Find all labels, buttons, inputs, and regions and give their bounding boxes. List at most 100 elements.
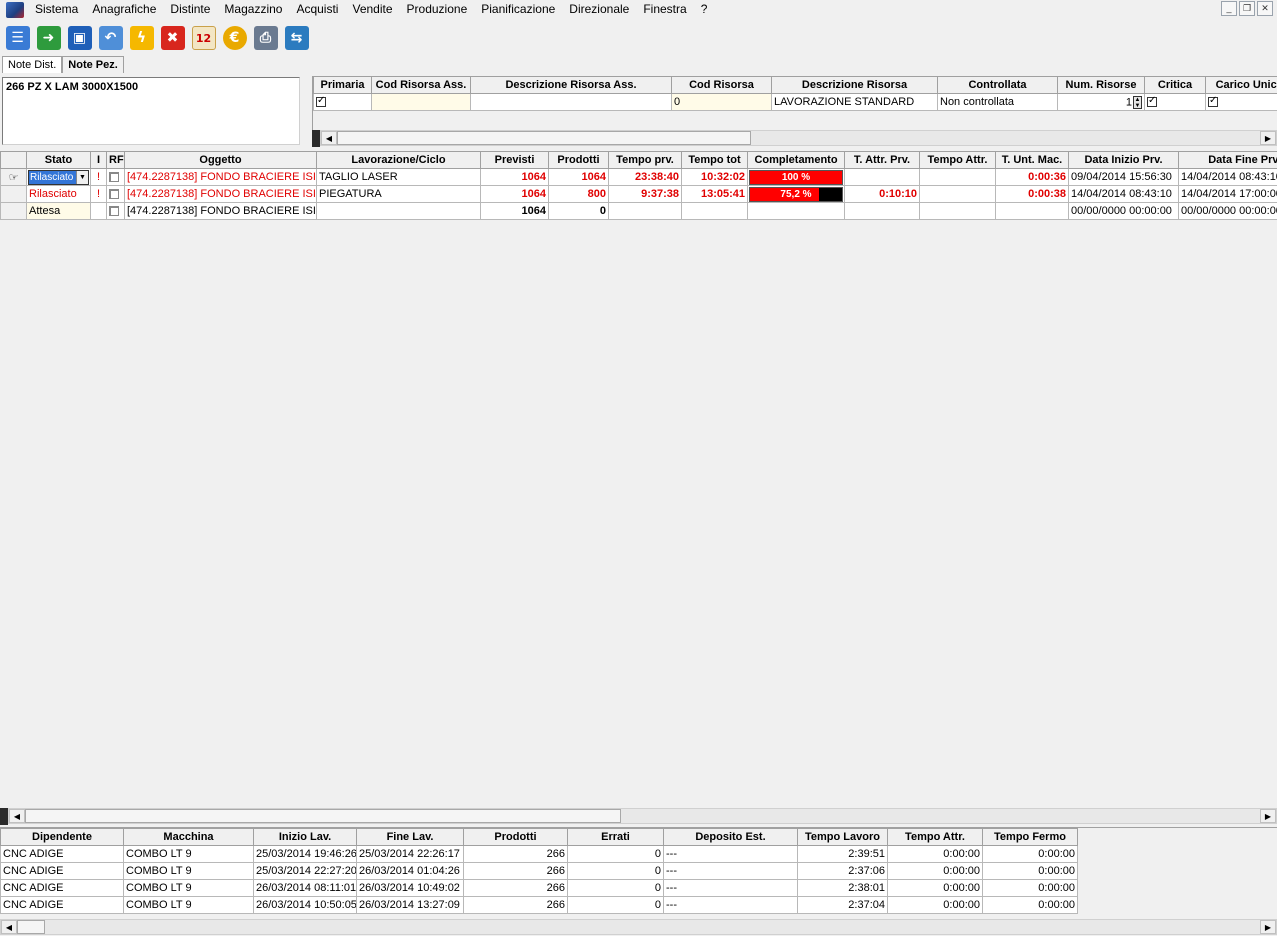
cell-inizio-lav[interactable]: 26/03/2014 08:11:01 [253,879,357,897]
cell-deposito-est[interactable]: --- [663,862,798,880]
oggetto-cell[interactable]: [474.2287138] FONDO BRACIERE ISIDE [124,168,317,186]
table-row[interactable]: CNC ADIGE COMBO LT 9 26/03/2014 08:11:01 26… [0,879,1078,897]
controllata-cell[interactable]: Non controllata [937,93,1058,111]
undo-button[interactable]: ↶ [96,23,125,53]
cell-tempo-fermo[interactable]: 0:00:00 [982,896,1078,914]
t-unt-mac-cell[interactable] [995,202,1069,220]
print-button[interactable]: ⎙ [251,23,280,53]
cell-dipendente[interactable]: CNC ADIGE [0,879,124,897]
cell-inizio-lav[interactable]: 25/03/2014 22:27:20 [253,862,357,880]
save-button[interactable]: ▣ [65,23,94,53]
rf-cell[interactable] [106,168,125,186]
scroll-right-icon[interactable]: ▶ [1260,920,1276,934]
col-previsti[interactable]: Previsti [480,151,549,169]
cod-risorsa-ass-cell[interactable] [371,93,471,111]
data-inizio-cell[interactable]: 00/00/0000 00:00:00 [1068,202,1179,220]
col-tempo-attr[interactable]: Tempo Attr. [887,828,983,846]
tempo-prv-cell[interactable]: 23:38:40 [608,168,682,186]
cell-deposito-est[interactable]: --- [663,896,798,914]
rf-checkbox[interactable] [109,172,119,183]
stato-cell[interactable]: Attesa [26,202,91,220]
splitter-handle[interactable] [0,808,8,825]
minimize-button[interactable]: _ [1221,1,1237,16]
enter-button[interactable]: ➜ [34,23,63,53]
col-t-attr-prv[interactable]: T. Attr. Prv. [844,151,920,169]
stato-cell[interactable]: Rilasciato ▼ [26,168,91,186]
descrizione-risorsa-cell[interactable]: LAVORAZIONE STANDARD [771,93,938,111]
lavorazione-cell[interactable]: TAGLIO LASER [316,168,481,186]
cell-tempo-fermo[interactable]: 0:00:00 [982,845,1078,863]
menu-magazzino[interactable]: Magazzino [217,0,289,19]
col-cod-risorsa-ass[interactable]: Cod Risorsa Ass. [371,76,471,94]
scroll-left-icon[interactable]: ◀ [321,131,337,145]
col-tempo-lavoro[interactable]: Tempo Lavoro [797,828,888,846]
menu-sistema[interactable]: Sistema [28,0,85,19]
worklog-hscroll[interactable]: ◀ ▶ [0,919,1277,935]
menu-help[interactable]: ? [694,0,715,19]
table-row[interactable]: Rilasciato ! [474.2287138] FONDO BRACIER… [0,185,1277,203]
col-num-risorse[interactable]: Num. Risorse [1057,76,1145,94]
col-macchina[interactable]: Macchina [123,828,254,846]
col-oggetto[interactable]: Oggetto [124,151,317,169]
scroll-right-icon[interactable]: ▶ [1260,809,1276,823]
lavorazione-cell[interactable]: PIEGATURA [316,185,481,203]
col-deposito-est[interactable]: Deposito Est. [663,828,798,846]
export-button[interactable]: ⇆ [282,23,311,53]
cell-dipendente[interactable]: CNC ADIGE [0,862,124,880]
rf-cell[interactable] [106,202,125,220]
oggetto-cell[interactable]: [474.2287138] FONDO BRACIERE ISIDE [124,202,317,220]
notes-textarea[interactable]: 266 PZ X LAM 3000X1500 [2,77,300,145]
resources-hscroll[interactable]: ◀ ▶ [320,130,1277,146]
tempo-tot-cell[interactable]: 10:32:02 [681,168,748,186]
col-critica[interactable]: Critica [1144,76,1206,94]
cell-dipendente[interactable]: CNC ADIGE [0,896,124,914]
tempo-prv-cell[interactable] [608,202,682,220]
col-stato[interactable]: Stato [26,151,91,169]
descrizione-risorsa-ass-cell[interactable] [470,93,672,111]
critica-cell[interactable] [1144,93,1206,111]
cell-macchina[interactable]: COMBO LT 9 [123,862,254,880]
t-unt-mac-cell[interactable]: 0:00:36 [995,168,1069,186]
col-descrizione-risorsa[interactable]: Descrizione Risorsa [771,76,938,94]
lightning-button[interactable]: ϟ [127,23,156,53]
scroll-left-icon[interactable]: ◀ [1,920,17,934]
tempo-attr-cell[interactable] [919,168,996,186]
col-inizio-lav[interactable]: Inizio Lav. [253,828,357,846]
table-row[interactable]: ☞ Rilasciato ▼ ! [474.2287138] FONDO BRA… [0,168,1277,186]
cell-tempo-lavoro[interactable]: 2:39:51 [797,845,888,863]
scroll-thumb[interactable] [25,809,621,823]
col-prodotti[interactable]: Prodotti [548,151,609,169]
col-lavorazione[interactable]: Lavorazione/Ciclo [316,151,481,169]
cod-risorsa-cell[interactable]: 0 [671,93,772,111]
table-row[interactable]: Attesa [474.2287138] FONDO BRACIERE ISID… [0,202,1277,220]
cell-prodotti[interactable]: 266 [463,845,568,863]
cell-fine-lav[interactable]: 26/03/2014 01:04:26 [356,862,464,880]
previsti-cell[interactable]: 1064 [480,202,549,220]
tempo-tot-cell[interactable] [681,202,748,220]
oggetto-cell[interactable]: [474.2287138] FONDO BRACIERE ISIDE [124,185,317,203]
menu-finestra[interactable]: Finestra [636,0,693,19]
col-errati[interactable]: Errati [567,828,664,846]
cell-dipendente[interactable]: CNC ADIGE [0,845,124,863]
col-prodotti[interactable]: Prodotti [463,828,568,846]
col-tempo-fermo[interactable]: Tempo Fermo [982,828,1078,846]
completamento-cell[interactable]: 100 % [747,168,845,186]
data-fine-cell[interactable]: 14/04/2014 17:00:00 [1178,185,1277,203]
stato-cell[interactable]: Rilasciato [26,185,91,203]
primaria-checkbox[interactable] [316,95,326,108]
close-button[interactable]: ✕ [1257,1,1273,16]
menu-anagrafiche[interactable]: Anagrafiche [85,0,163,19]
scroll-right-icon[interactable]: ▶ [1260,131,1276,145]
cell-fine-lav[interactable]: 26/03/2014 13:27:09 [356,896,464,914]
col-i[interactable]: I [90,151,107,169]
carico-unico-checkbox[interactable] [1208,95,1218,108]
num-risorse-cell[interactable]: 1 ▲ ▼ [1057,93,1145,111]
menu-pianificazione[interactable]: Pianificazione [474,0,562,19]
cell-prodotti[interactable]: 266 [463,896,568,914]
table-row[interactable]: CNC ADIGE COMBO LT 9 25/03/2014 19:46:26 25… [0,845,1078,863]
cell-errati[interactable]: 0 [567,845,664,863]
col-t-unt-mac[interactable]: T. Unt. Mac. [995,151,1069,169]
tempo-attr-cell[interactable] [919,202,996,220]
stato-dropdown[interactable]: Rilasciato ▼ [28,169,89,185]
menu-direzionale[interactable]: Direzionale [562,0,636,19]
